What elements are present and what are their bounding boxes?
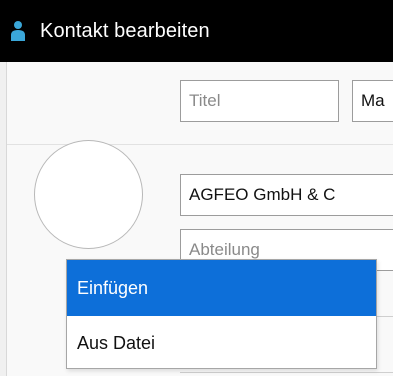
person-icon bbox=[10, 20, 26, 42]
window-titlebar: Kontakt bearbeiten bbox=[0, 0, 393, 62]
title-field[interactable]: Titel bbox=[180, 80, 339, 122]
contact-avatar[interactable] bbox=[34, 140, 143, 249]
menu-item-from-file[interactable]: Aus Datei bbox=[67, 316, 376, 370]
firstname-field[interactable]: Ma bbox=[352, 80, 393, 122]
company-field[interactable]: AGFEO GmbH & C bbox=[180, 174, 393, 216]
menu-item-paste[interactable]: Einfügen bbox=[67, 260, 376, 316]
window-title: Kontakt bearbeiten bbox=[40, 20, 210, 42]
left-rail bbox=[0, 62, 7, 376]
field-border-stub bbox=[180, 372, 393, 373]
avatar-context-menu: Einfügen Aus Datei bbox=[66, 259, 377, 369]
